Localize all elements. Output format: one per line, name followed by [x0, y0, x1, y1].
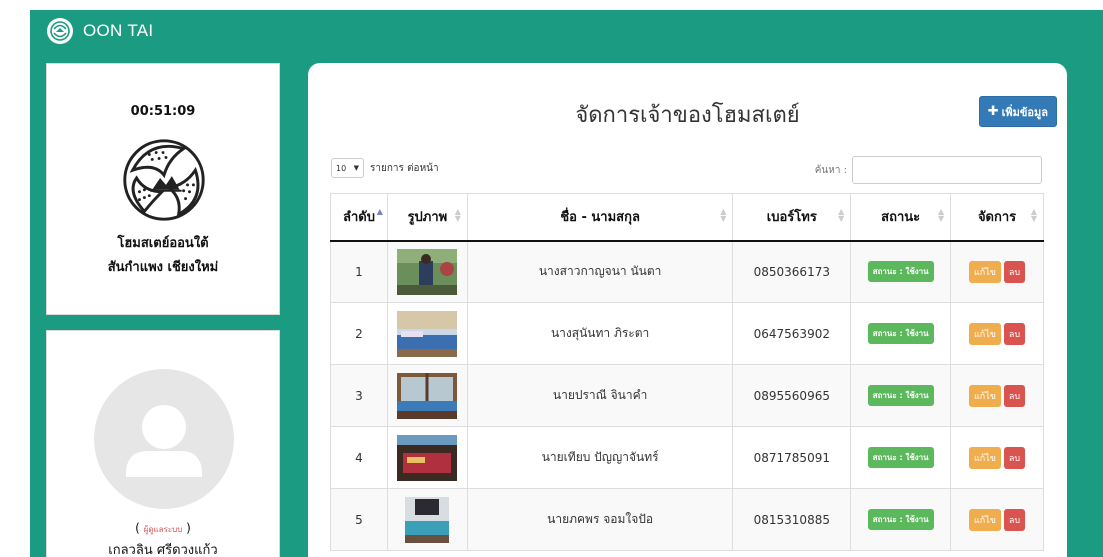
edit-button[interactable]: แก้ไข [968, 384, 1001, 407]
page-title: จัดการเจ้าของโฮมสเตย์ [575, 103, 800, 128]
delete-button[interactable]: ลบ [1003, 260, 1026, 283]
search-input[interactable] [852, 156, 1042, 184]
row-actions: แก้ไข ลบ [950, 426, 1044, 489]
column-header-status[interactable]: สถานะ ▲ ▼ [850, 193, 952, 242]
edit-button[interactable]: แก้ไข [968, 508, 1001, 531]
add-data-button[interactable]: ✚ เพิ่มข้อมูล [978, 96, 1057, 127]
homestay-emblem-icon [123, 139, 205, 221]
row-image [386, 488, 468, 551]
homestay-info-card: 00:51:09 โฮมสเตย์ออนใต้ สันกำแพง เชียงให… [46, 63, 280, 315]
edit-button[interactable]: แก้ไข [968, 260, 1001, 283]
clock: 00:51:09 [130, 104, 196, 119]
status-badge: สถานะ : ใช้งาน [867, 261, 934, 283]
owner-photo [397, 248, 458, 295]
row-actions: แก้ไข ลบ [950, 364, 1044, 427]
owner-photo [397, 372, 458, 419]
table-header-row: ลำดับ ▲ รูปภาพ ▲ ▼ ชื่อ - นามสกุล ▲ ▼ เบอร์โท… [330, 193, 1044, 242]
row-number: 1 [330, 240, 388, 303]
row-image [386, 426, 468, 489]
search-label: ค้นหา : [814, 164, 847, 176]
user-profile-card: ( ผู้ดูแลระบบ ) เกลวลิน ศรีดวงแก้ว [46, 330, 280, 557]
table-row: 5 นายภคพร จอมใจปัอ 0815310885 สถานะ : ใช… [330, 488, 1044, 551]
table-row: 3 นายปราณี จินาคำ 0895560965 สถานะ : ใช้… [330, 364, 1044, 427]
chevron-down-icon: ▼ [353, 164, 359, 172]
user-name: เกลวลิน ศรีดวงแก้ว [108, 543, 218, 557]
row-status: สถานะ : ใช้งาน [850, 426, 952, 489]
delete-button[interactable]: ลบ [1003, 508, 1026, 531]
column-header-phone[interactable]: เบอร์โทร ▲ ▼ [732, 193, 852, 242]
row-status: สถานะ : ใช้งาน [850, 488, 952, 551]
homestay-logo-icon [47, 18, 73, 44]
page-length-select[interactable]: 10 ▼ [331, 158, 364, 178]
table-row: 2 นางสุนันทา ภิระตา 0647563902 สถานะ : ใ… [330, 302, 1044, 365]
owner-photo [397, 310, 458, 357]
row-number: 3 [330, 364, 388, 427]
user-role: ( ผู้ดูแลระบบ ) [135, 521, 191, 535]
row-actions: แก้ไข ลบ [950, 302, 1044, 365]
row-image [386, 364, 468, 427]
delete-button[interactable]: ลบ [1003, 384, 1026, 407]
row-number: 4 [330, 426, 388, 489]
sort-icon: ▲ ▼ [454, 207, 461, 223]
column-header-name[interactable]: ชื่อ - นามสกุล ▲ ▼ [466, 193, 734, 242]
user-avatar-icon [126, 405, 202, 477]
sort-icon: ▲ ▼ [838, 207, 845, 223]
sort-icon: ▲ ▼ [720, 207, 727, 223]
status-badge: สถานะ : ใช้งาน [867, 385, 934, 406]
row-phone: 0647563902 [732, 302, 852, 365]
owners-table: ลำดับ ▲ รูปภาพ ▲ ▼ ชื่อ - นามสกุล ▲ ▼ เบอร์โท… [330, 193, 1044, 551]
owner-photo [405, 496, 450, 543]
row-phone: 0815310885 [732, 488, 852, 551]
status-badge: สถานะ : ใช้งาน [867, 447, 934, 468]
row-status: สถานะ : ใช้งาน [850, 240, 952, 303]
row-name: นางสาวกาญจนา นันตา [466, 240, 734, 303]
plus-icon: ✚ [987, 103, 999, 119]
row-phone: 0850366173 [732, 240, 852, 303]
homestay-location: สันกำแพง เชียงใหม่ [107, 260, 219, 275]
homestay-name: โฮมสเตย์ออนใต้ [117, 236, 209, 251]
owner-photo [397, 434, 458, 481]
status-badge: สถานะ : ใช้งาน [867, 509, 934, 530]
page-length-label: รายการ ต่อหน้า [370, 162, 439, 174]
brand-title: OON TAI [83, 21, 154, 40]
delete-button[interactable]: ลบ [1003, 322, 1026, 345]
row-name: นางสุนันทา ภิระตา [466, 302, 734, 365]
avatar [94, 369, 234, 509]
page-length-control: 10 ▼ รายการ ต่อหน้า [331, 158, 439, 178]
row-name: นายเทียบ ปัญญาจันทร์ [466, 426, 734, 489]
sort-icon: ▲ [376, 207, 383, 216]
column-header-number[interactable]: ลำดับ ▲ [330, 193, 388, 242]
main-content-card: จัดการเจ้าของโฮมสเตย์ ✚ เพิ่มข้อมูล 10 ▼… [308, 63, 1067, 557]
row-actions: แก้ไข ลบ [950, 488, 1044, 551]
sort-icon: ▲ ▼ [937, 207, 945, 223]
column-header-image[interactable]: รูปภาพ ▲ ▼ [386, 193, 468, 242]
status-badge: สถานะ : ใช้งาน [867, 323, 934, 344]
edit-button[interactable]: แก้ไข [968, 446, 1001, 469]
row-name: นายภคพร จอมใจปัอ [466, 488, 734, 551]
row-image [386, 240, 468, 303]
navbar-brand[interactable]: OON TAI [47, 14, 153, 48]
row-phone: 0895560965 [732, 364, 852, 427]
row-name: นายปราณี จินาคำ [466, 364, 734, 427]
edit-button[interactable]: แก้ไข [968, 322, 1001, 345]
row-status: สถานะ : ใช้งาน [850, 302, 952, 365]
table-row: 4 นายเทียบ ปัญญาจันทร์ 0871785091 สถานะ … [330, 426, 1044, 489]
search-control: ค้นหา : [815, 156, 1042, 184]
row-status: สถานะ : ใช้งาน [850, 364, 952, 427]
user-role-text: ผู้ดูแลระบบ [143, 525, 183, 534]
row-number: 5 [330, 488, 388, 551]
add-data-label: เพิ่มข้อมูล [1001, 105, 1048, 119]
sort-icon: ▲ ▼ [1030, 207, 1037, 223]
column-header-actions[interactable]: จัดการ ▲ ▼ [950, 193, 1044, 242]
row-number: 2 [330, 302, 388, 365]
table-row: 1 นางสาวกาญจนา นันตา 0850366173 สถานะ : … [330, 240, 1044, 303]
delete-button[interactable]: ลบ [1003, 446, 1026, 469]
row-actions: แก้ไข ลบ [950, 240, 1044, 303]
row-phone: 0871785091 [732, 426, 852, 489]
page-length-value: 10 [336, 163, 347, 173]
row-image [386, 302, 468, 365]
